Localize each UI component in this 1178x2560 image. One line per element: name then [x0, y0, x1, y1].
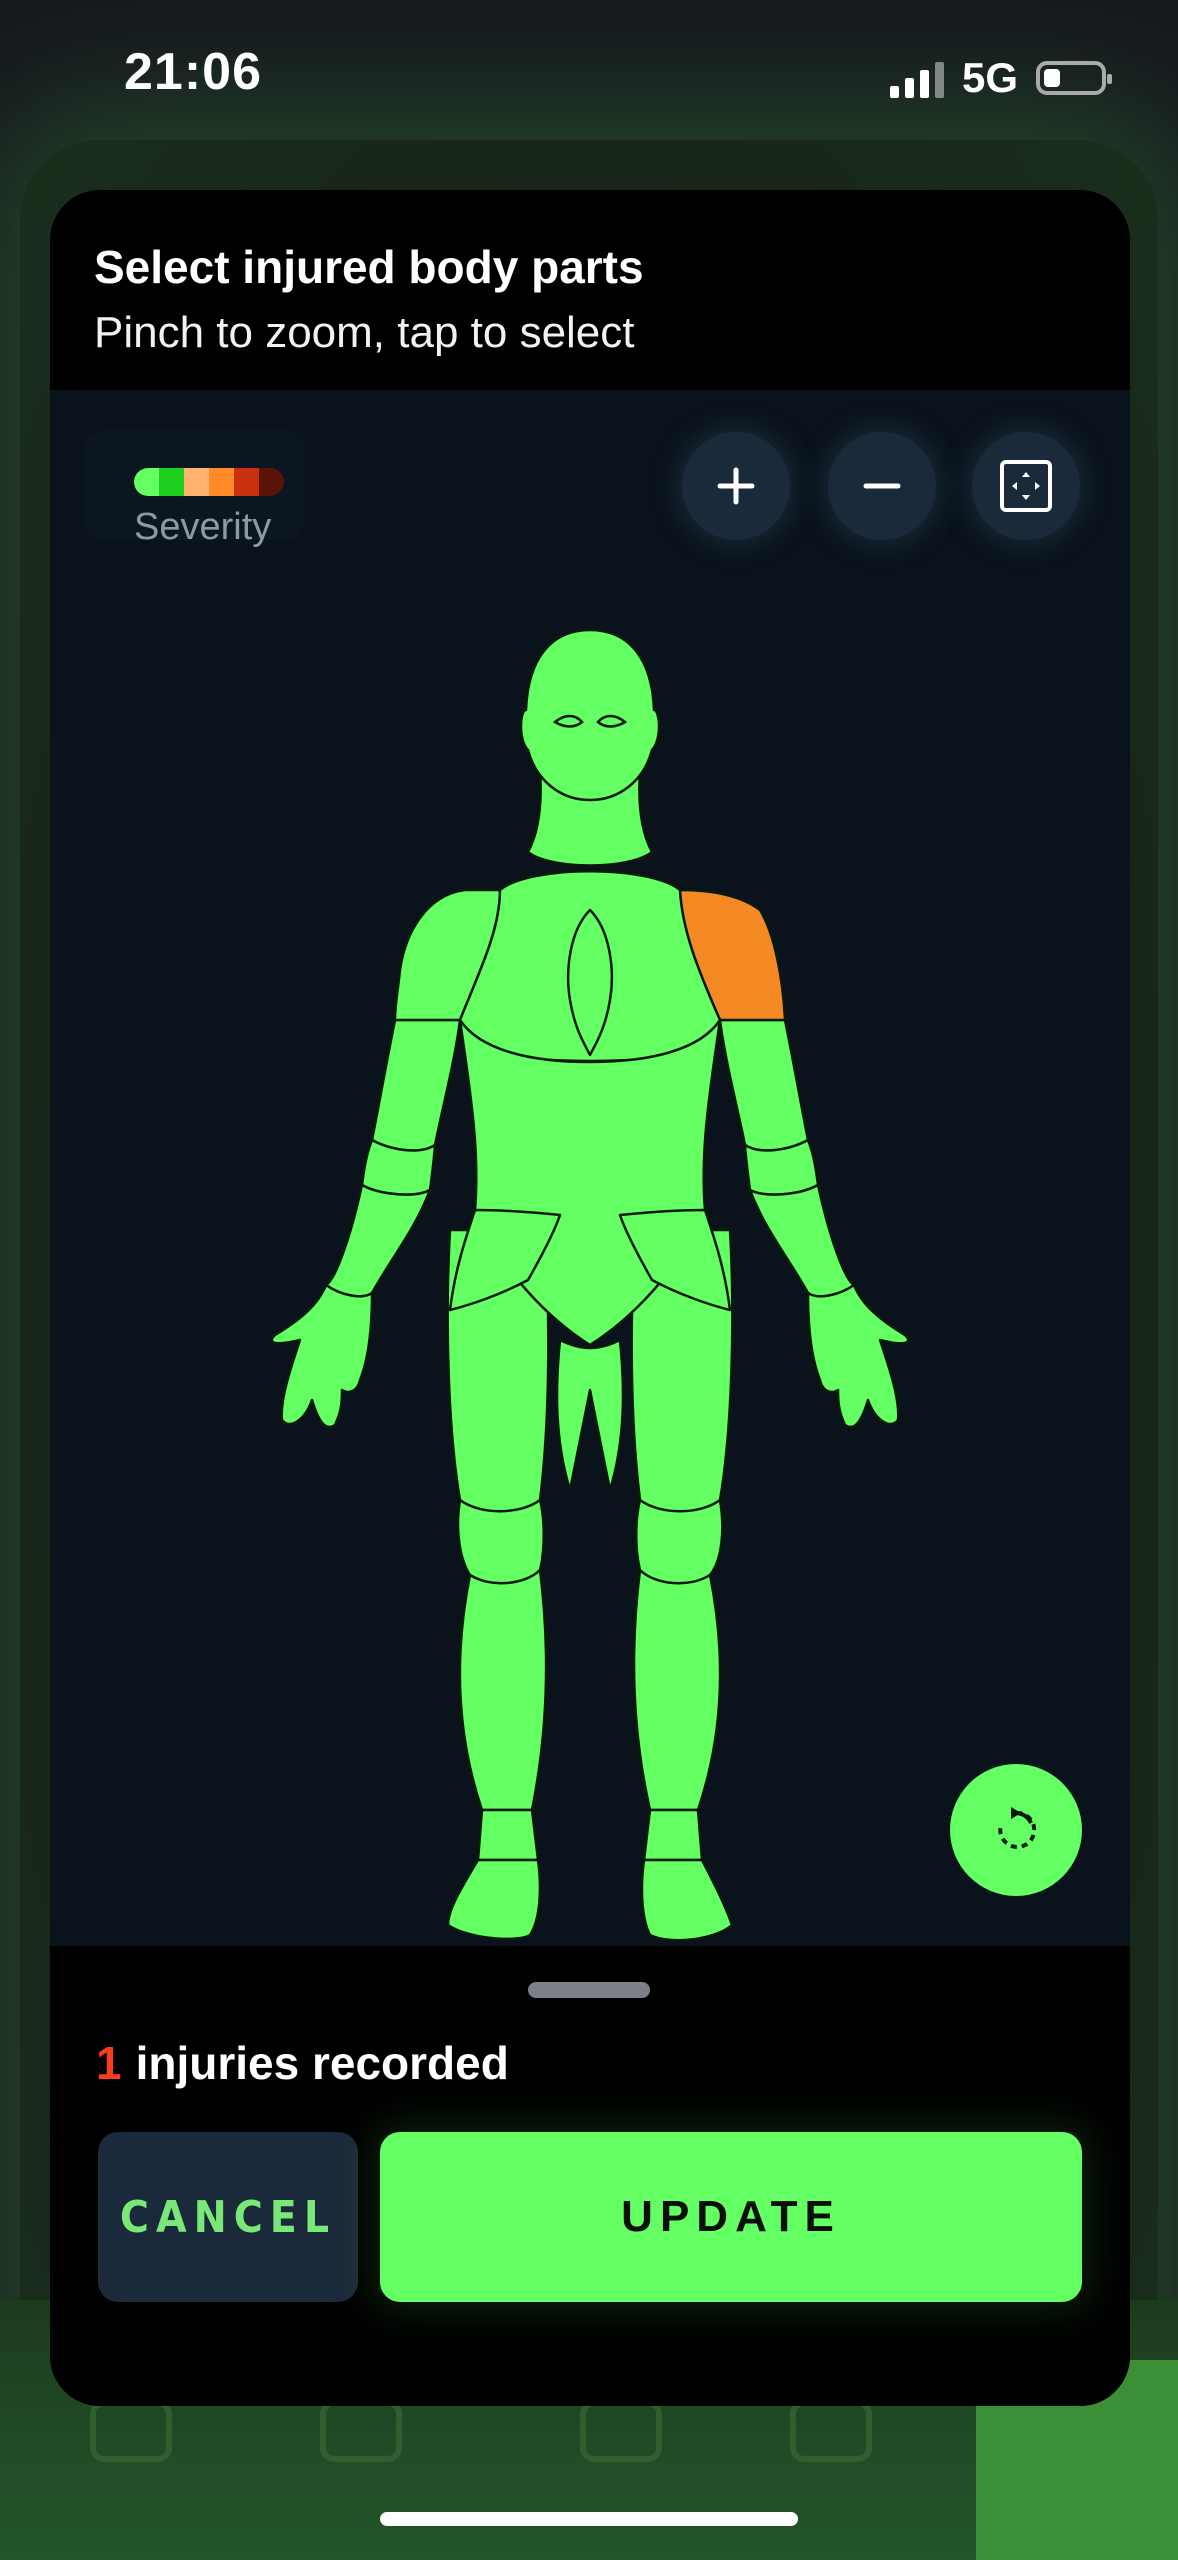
body-part-left-hand[interactable]	[806, 1283, 910, 1429]
body-part-right-upper-arm[interactable]	[370, 1018, 462, 1152]
background-tab-icon	[580, 2400, 662, 2462]
status-indicators: 5G	[889, 50, 1112, 106]
body-part-left-forearm[interactable]	[748, 1183, 856, 1298]
injury-summary: 1 injuries recorded	[96, 2036, 509, 2090]
cellular-signal-icon	[889, 58, 944, 98]
body-part-left-foot[interactable]	[640, 1858, 734, 1942]
cancel-button[interactable]: CANCEL	[98, 2132, 358, 2302]
injury-count-label: injuries recorded	[135, 2037, 509, 2089]
severity-legend: Severity	[84, 430, 304, 548]
fit-to-screen-icon	[1000, 460, 1052, 512]
injury-count: 1	[96, 2037, 122, 2089]
body-part-right-elbow[interactable]	[360, 1138, 437, 1196]
status-time: 21:06	[124, 43, 262, 101]
rotate-view-button[interactable]	[950, 1764, 1082, 1896]
home-indicator[interactable]	[380, 2512, 798, 2526]
body-part-right-knee[interactable]	[456, 1498, 545, 1586]
battery-low-icon	[1036, 61, 1112, 95]
body-part-selector-sheet: Select injured body parts Pinch to zoom,…	[50, 190, 1130, 2406]
body-part-left-ankle[interactable]	[642, 1808, 704, 1862]
body-part-right-shin[interactable]	[458, 1568, 548, 1812]
sheet-header: Select injured body parts Pinch to zoom,…	[50, 190, 1130, 390]
body-part-right-ankle[interactable]	[476, 1808, 540, 1862]
body-part-groin[interactable]	[555, 1338, 625, 1492]
sheet-subtitle: Pinch to zoom, tap to select	[94, 308, 635, 357]
body-part-right-forearm[interactable]	[324, 1183, 432, 1298]
rotate-icon	[998, 1807, 1037, 1849]
severity-scale	[134, 468, 284, 496]
minus-icon	[863, 483, 901, 489]
body-part-left-shin[interactable]	[632, 1568, 722, 1812]
zoom-out-button[interactable]	[828, 432, 936, 540]
body-part-head[interactable]	[519, 628, 661, 802]
sheet-title: Select injured body parts	[94, 241, 644, 293]
body-map[interactable]	[50, 390, 1130, 1946]
body-map-canvas[interactable]: Severity	[50, 390, 1130, 1946]
body-part-right-foot[interactable]	[446, 1858, 542, 1941]
background-tab-icon	[320, 2400, 402, 2462]
zoom-in-button[interactable]	[682, 432, 790, 540]
body-part-left-elbow[interactable]	[743, 1138, 820, 1196]
severity-label: Severity	[134, 506, 272, 548]
drag-handle[interactable]	[528, 1982, 650, 1998]
plus-icon	[717, 467, 755, 505]
body-part-right-hand[interactable]	[270, 1283, 374, 1429]
background-tab-icon	[790, 2400, 872, 2462]
fit-to-screen-button[interactable]	[972, 432, 1080, 540]
sheet-footer: 1 injuries recorded CANCEL UPDATE	[50, 1946, 1130, 2406]
background-tab-icon	[90, 2400, 172, 2462]
update-button[interactable]: UPDATE	[380, 2132, 1082, 2302]
body-part-left-upper-arm[interactable]	[718, 1018, 810, 1152]
network-type: 5G	[961, 54, 1018, 101]
body-part-left-knee[interactable]	[635, 1498, 724, 1586]
